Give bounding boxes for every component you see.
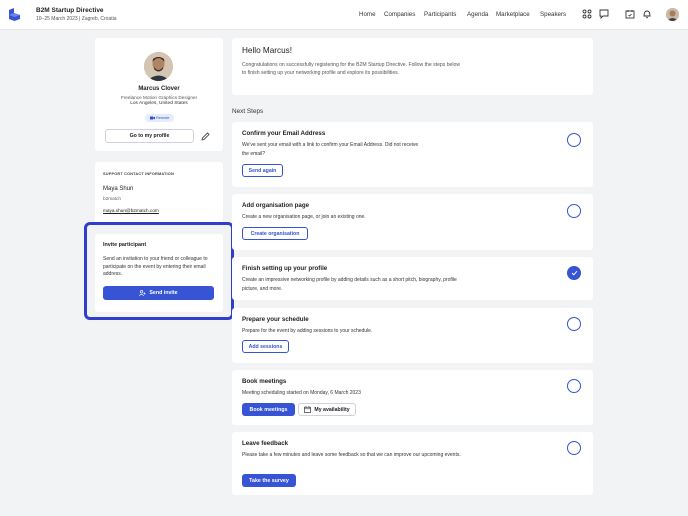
- step-card-schedule: Prepare your schedule Prepare for the ev…: [232, 308, 593, 363]
- step-title: Finish setting up your profile: [242, 265, 328, 272]
- nav-speakers[interactable]: Speakers: [540, 11, 566, 18]
- step-title: Prepare your schedule: [242, 316, 309, 323]
- add-user-icon: [139, 290, 146, 296]
- calendar-icon: [304, 406, 312, 413]
- step-description: Please take a few minutes and leave some…: [242, 452, 461, 458]
- send-invite-button[interactable]: Send invite: [103, 286, 214, 300]
- step-title: Leave feedback: [242, 440, 289, 447]
- step-card-profile: Finish setting up your profile Create an…: [232, 257, 593, 300]
- step-status-circle: [567, 317, 581, 331]
- welcome-title: Hello Marcus!: [242, 46, 293, 55]
- invite-text: Send an invitation to your friend or col…: [103, 256, 208, 277]
- send-invite-label: Send invite: [149, 290, 178, 296]
- go-to-profile-button[interactable]: Go to my profile: [105, 129, 194, 143]
- profile-name: Marcus Clover: [138, 86, 180, 92]
- step-card-organisation: Add organisation page Create a new organ…: [232, 194, 593, 250]
- edit-profile-button[interactable]: [198, 129, 212, 143]
- step-status-circle: [567, 133, 581, 147]
- checkmark-icon: [571, 270, 577, 276]
- step-status-circle: [567, 441, 581, 455]
- chat-icon[interactable]: [599, 9, 609, 19]
- my-availability-label: My availability: [314, 406, 350, 413]
- add-sessions-button[interactable]: Add sessions: [242, 340, 289, 353]
- my-availability-button[interactable]: My availability: [298, 403, 356, 416]
- event-title: B2M Startup Directive: [36, 7, 104, 14]
- remote-badge: Remote: [145, 114, 174, 122]
- pencil-icon: [200, 131, 210, 141]
- profile-avatar: [144, 52, 173, 81]
- step-status-circle: [567, 379, 581, 393]
- take-survey-button[interactable]: Take the survey: [242, 474, 296, 487]
- nav-participants[interactable]: Participants: [424, 11, 456, 18]
- step-description: Prepare for the event by adding sessions…: [242, 328, 373, 334]
- invite-title: Invite participant: [103, 242, 147, 248]
- bell-icon[interactable]: [642, 9, 652, 19]
- nav-companies[interactable]: Companies: [384, 11, 415, 18]
- support-org: b2match: [103, 196, 121, 201]
- step-description: Create an impressive networking profile …: [242, 277, 457, 292]
- apps-grid-icon[interactable]: [582, 9, 592, 19]
- welcome-text: Congratulations on successfully register…: [242, 62, 461, 77]
- step-card-feedback: Leave feedback Please take a few minutes…: [232, 432, 593, 495]
- book-meetings-button[interactable]: Book meetings: [242, 403, 295, 416]
- profile-location: Los Angeles, United States: [130, 101, 188, 106]
- step-card-meetings: Book meetings Meeting scheduling started…: [232, 370, 593, 425]
- step-title: Confirm your Email Address: [242, 130, 326, 137]
- step-card-confirm-email: Confirm your Email Address We've sent yo…: [232, 122, 593, 187]
- remote-badge-label: Remote: [156, 116, 170, 120]
- support-name: Maya Shun: [103, 186, 134, 192]
- nav-marketplace[interactable]: Marketplace: [496, 11, 530, 18]
- next-steps-heading: Next Steps: [232, 108, 264, 115]
- step-status-circle: [567, 204, 581, 218]
- step-description: Create a new organisation page, or join …: [242, 214, 366, 220]
- step-title: Book meetings: [242, 378, 287, 385]
- top-header: B2M Startup Directive 10–25 March 2023 |…: [0, 0, 688, 30]
- calendar-icon[interactable]: [625, 9, 635, 19]
- nav-home[interactable]: Home: [359, 11, 376, 18]
- create-organisation-button[interactable]: Create organisation: [242, 227, 308, 240]
- step-description: Meeting scheduling started on Monday, 6 …: [242, 390, 361, 396]
- support-heading: SUPPORT CONTACT INFORMATION: [103, 171, 174, 176]
- step-done-circle: [567, 266, 581, 280]
- profile-role: Freelance Motion Graphics Designer: [120, 95, 198, 100]
- video-icon: [149, 116, 155, 120]
- support-email-link[interactable]: maya.shun@b2match.com: [103, 208, 159, 213]
- step-description: We've sent your email with a link to con…: [242, 142, 419, 157]
- step-title: Add organisation page: [242, 202, 310, 209]
- user-avatar[interactable]: [666, 8, 679, 21]
- send-again-button[interactable]: Send again: [242, 164, 283, 177]
- event-subtitle: 10–25 March 2023 | Zagreb, Croatia: [36, 16, 117, 22]
- b2match-logo-icon[interactable]: [9, 8, 20, 21]
- nav-agenda[interactable]: Agenda: [467, 11, 488, 18]
